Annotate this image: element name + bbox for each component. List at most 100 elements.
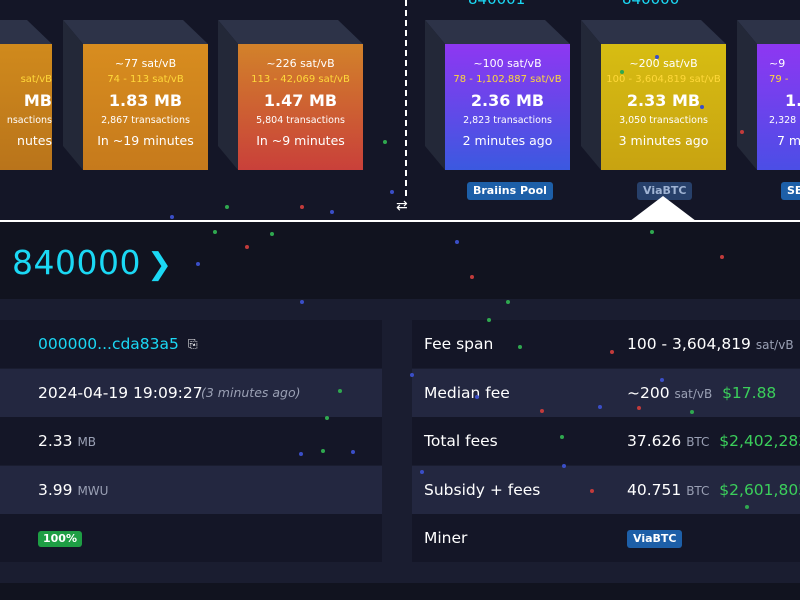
block-top-face (218, 20, 363, 44)
confetti-dot (560, 435, 564, 439)
block-front-face: ~9 79 - 1. 2,328 7 m (757, 44, 800, 170)
confetti-dot (562, 464, 566, 468)
block-fee-range: 113 - 42,069 sat/vB (251, 74, 350, 85)
mining-pool-tag[interactable]: SE (781, 182, 800, 200)
confetti-dot (690, 410, 694, 414)
block-fee-range: 78 - 1,102,887 sat/vB (453, 74, 562, 85)
median-fee-label: Median fee (424, 384, 510, 402)
block-transactions: nsactions (6, 115, 52, 126)
miner-badge[interactable]: ViaBTC (627, 529, 683, 548)
block-time-ago: 7 m (777, 133, 800, 148)
health-badge-wrap: 100% (38, 514, 82, 562)
block-transactions: 5,804 transactions (256, 115, 345, 126)
block-size: 1.47 MB (263, 91, 338, 110)
fee-span-unit: sat/vB (755, 338, 794, 352)
miner-badge-wrap: ViaBTC (627, 514, 683, 562)
block-median-fee (0, 57, 52, 70)
size-unit: MB (77, 435, 97, 449)
confetti-dot (300, 205, 304, 209)
block-timestamp: 2024-04-19 19:09:27 (38, 384, 203, 402)
mining-pool-tag[interactable]: Braiins Pool (467, 182, 553, 200)
block-front-face: ~77 sat/vB 74 - 113 sat/vB 1.83 MB 2,867… (83, 44, 208, 170)
block-top-face (581, 20, 726, 44)
block-size: 1.83 MB (108, 91, 183, 110)
fee-span-number: 100 - 3,604,819 (627, 335, 751, 353)
confetti-dot (700, 105, 704, 109)
confetti-dot (196, 262, 200, 266)
mined-block-selected[interactable]: ~200 sat/vB 100 - 3,604,819 sat/vB 2.33 … (581, 20, 726, 170)
swap-arrows-icon[interactable]: ⇄ (396, 198, 408, 214)
chevron-right-icon[interactable]: ❯ (147, 247, 173, 282)
confetti-dot (740, 130, 744, 134)
block-top-face (0, 20, 52, 44)
block-fee-range: 74 - 113 sat/vB (107, 74, 184, 85)
size-number: 2.33 (38, 432, 73, 450)
block-height-label[interactable]: 840000 (622, 0, 679, 8)
block-time-relative: (3 minutes ago) (201, 385, 301, 400)
hash-row: 000000...cda83a5 ⎘ (0, 320, 382, 368)
confetti-dot (637, 406, 641, 410)
block-side-face (218, 20, 238, 170)
confetti-dot (245, 245, 249, 249)
mined-block[interactable]: ~9 79 - 1. 2,328 7 m (737, 20, 800, 170)
block-fee-range: 79 - (769, 74, 789, 85)
block-size: 2.36 MB (470, 91, 545, 110)
weight-number: 3.99 (38, 481, 73, 499)
confetti-dot (383, 140, 387, 144)
total-fees-value: 37.626 BTC $2,402,283 (627, 417, 800, 466)
confetti-dot (470, 275, 474, 279)
median-fee-row: Median fee ~200 sat/vB $17.88 (412, 369, 800, 417)
confetti-dot (518, 345, 522, 349)
block-eta: In ~9 minutes (256, 133, 345, 148)
confetti-dot (487, 318, 491, 322)
subsidy-fees-label: Subsidy + fees (424, 481, 541, 499)
total-fees-usd: $2,402,283 (719, 432, 800, 450)
block-front-face: ~226 sat/vB 113 - 42,069 sat/vB 1.47 MB … (238, 44, 363, 170)
block-time-ago: 3 minutes ago (618, 133, 709, 148)
copy-icon[interactable]: ⎘ (188, 320, 198, 368)
pending-block[interactable]: sat/vB MB nsactions nutes (0, 20, 52, 170)
confetti-dot (213, 230, 217, 234)
blockchain-strip: 840001 840000 sat/vB MB nsactions nutes … (0, 0, 800, 222)
block-front-face: ~200 sat/vB 100 - 3,604,819 sat/vB 2.33 … (601, 44, 726, 170)
confetti-dot (610, 350, 614, 354)
subsidy-fees-number: 40.751 (627, 481, 682, 499)
confetti-dot (330, 210, 334, 214)
health-badge[interactable]: 100% (38, 530, 82, 547)
confetti-dot (300, 300, 304, 304)
confetti-dot (321, 449, 325, 453)
block-fee-range: 100 - 3,604,819 sat/vB (606, 74, 721, 85)
block-fee-range: sat/vB (20, 74, 52, 85)
confetti-dot (745, 505, 749, 509)
block-side-face (581, 20, 601, 170)
block-transactions: 2,823 transactions (463, 115, 552, 126)
block-hash-link[interactable]: 000000...cda83a5 (38, 320, 179, 368)
block-median-fee: ~9 (769, 57, 786, 70)
miner-label: Miner (424, 529, 468, 547)
block-median-fee: ~100 sat/vB (473, 57, 542, 70)
pending-block[interactable]: ~77 sat/vB 74 - 113 sat/vB 1.83 MB 2,867… (63, 20, 208, 170)
mined-block[interactable]: ~100 sat/vB 78 - 1,102,887 sat/vB 2.36 M… (425, 20, 570, 170)
total-fees-number: 37.626 (627, 432, 682, 450)
pending-block[interactable]: ~226 sat/vB 113 - 42,069 sat/vB 1.47 MB … (218, 20, 363, 170)
block-median-fee: ~200 sat/vB (629, 57, 698, 70)
confetti-dot (660, 378, 664, 382)
block-height-title: 840000 ❯ (12, 243, 173, 282)
confetti-dot (455, 240, 459, 244)
confetti-dot (325, 416, 329, 420)
size-row: 2.33 MB (0, 417, 382, 465)
confetti-dot (270, 232, 274, 236)
block-side-face (63, 20, 83, 170)
block-height-label[interactable]: 840001 (468, 0, 525, 8)
block-transactions: 2,867 transactions (101, 115, 190, 126)
confetti-dot (650, 230, 654, 234)
confetti-dot (420, 470, 424, 474)
strip-separator (0, 220, 800, 222)
median-fee-number: ~200 (627, 384, 670, 402)
block-transactions: 3,050 transactions (619, 115, 708, 126)
block-top-face (63, 20, 208, 44)
block-front-face: sat/vB MB nsactions nutes (0, 44, 52, 170)
block-size-value: 2.33 MB (38, 417, 96, 466)
weight-unit: MWU (77, 484, 109, 498)
confetti-dot (506, 300, 510, 304)
